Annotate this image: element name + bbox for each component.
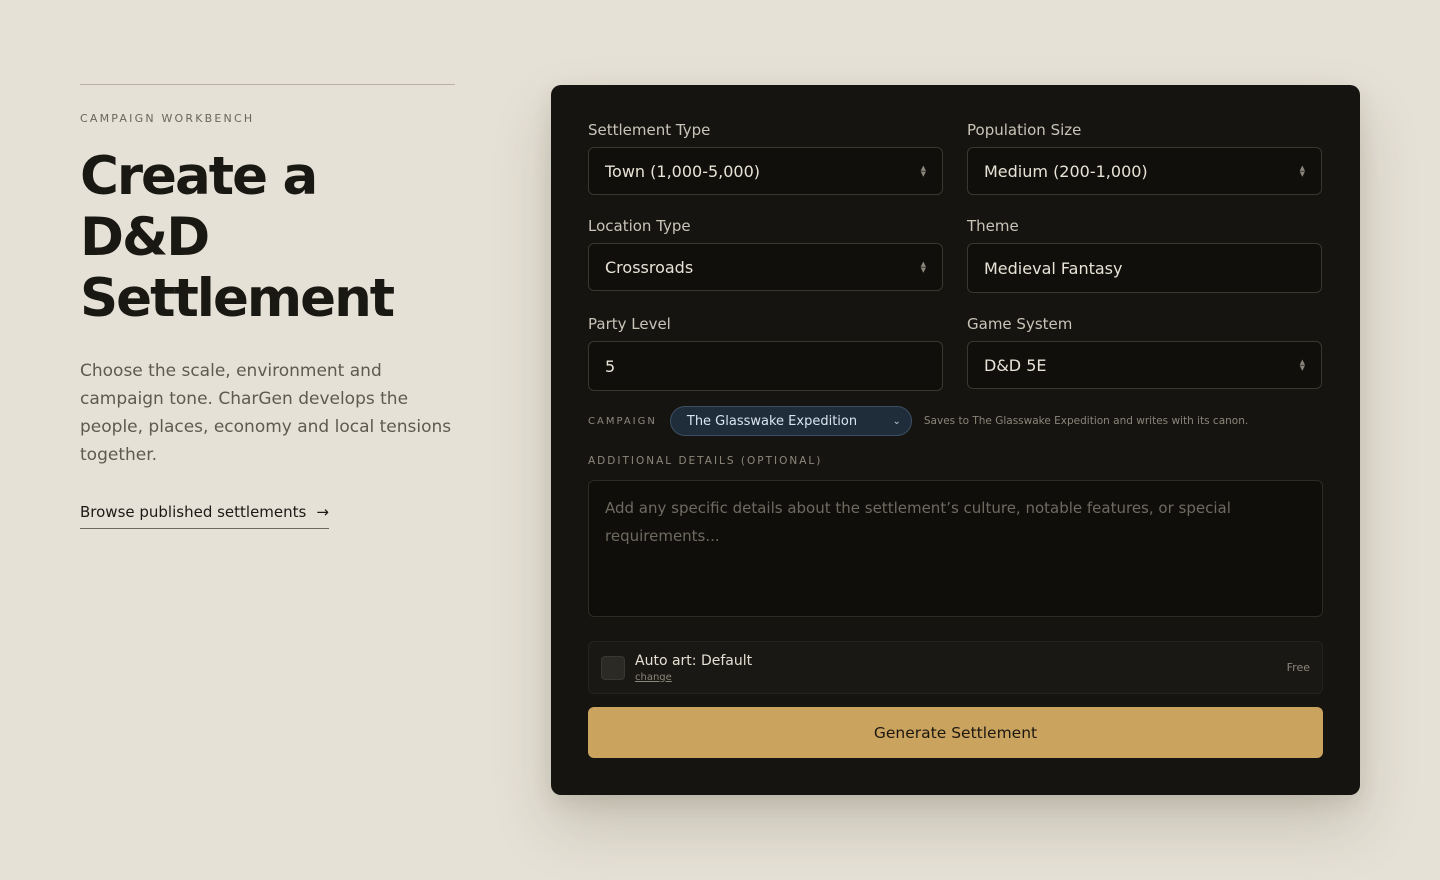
select-updown-icon: ▲ ▼: [1299, 164, 1305, 178]
additional-details-label: ADDITIONAL DETAILS (OPTIONAL): [588, 455, 823, 467]
party-level-label: Party Level: [588, 315, 671, 333]
campaign-row: CAMPAIGN The Glasswake Expedition ⌄ Save…: [588, 406, 1248, 436]
settlement-type-value: Town (1,000-5,000): [605, 161, 761, 181]
settlement-type-field: Settlement Type Town (1,000-5,000) ▲ ▼: [588, 121, 943, 195]
page-title: Create a D&D Settlement: [80, 146, 395, 329]
auto-art-row: Auto art: Default change Free: [588, 641, 1323, 694]
auto-art-change-link[interactable]: change: [635, 672, 672, 683]
auto-art-checkbox[interactable]: [601, 655, 625, 680]
chevron-down-icon: ⌄: [892, 415, 901, 427]
auto-art-title: Auto art: Default: [635, 652, 753, 669]
party-level-input[interactable]: 5: [588, 341, 943, 391]
theme-label: Theme: [967, 217, 1019, 235]
browse-settlements-link[interactable]: Browse published settlements →: [80, 503, 329, 529]
generate-settlement-button[interactable]: Generate Settlement: [588, 707, 1323, 758]
arrow-right-icon: →: [316, 503, 329, 521]
additional-details-textarea[interactable]: Add any specific details about the settl…: [588, 480, 1323, 617]
population-size-field: Population Size Medium (200-1,000) ▲ ▼: [967, 121, 1322, 195]
auto-art-text: Auto art: Default change: [635, 653, 752, 683]
theme-input[interactable]: Medieval Fantasy: [967, 243, 1322, 293]
population-size-value: Medium (200-1,000): [984, 161, 1148, 181]
party-level-value: 5: [605, 356, 616, 376]
campaign-value: The Glasswake Expedition: [686, 413, 858, 429]
page-description: Choose the scale, environment and campai…: [80, 361, 452, 465]
game-system-select[interactable]: D&D 5E ▲ ▼: [967, 341, 1322, 389]
campaign-note: Saves to The Glasswake Expedition and wr…: [923, 415, 1249, 427]
select-updown-icon: ▲ ▼: [920, 260, 926, 274]
location-type-select[interactable]: Crossroads ▲ ▼: [588, 243, 943, 291]
location-type-label: Location Type: [588, 217, 691, 235]
settlement-form-card: Settlement Type Town (1,000-5,000) ▲ ▼ Po…: [551, 85, 1360, 795]
population-size-label: Population Size: [967, 121, 1082, 139]
settlement-type-select[interactable]: Town (1,000-5,000) ▲ ▼: [588, 147, 943, 195]
intro-panel: CAMPAIGN WORKBENCH Create a D&D Settleme…: [80, 84, 456, 529]
eyebrow-label: CAMPAIGN WORKBENCH: [80, 112, 255, 125]
population-size-select[interactable]: Medium (200-1,000) ▲ ▼: [967, 147, 1322, 195]
theme-field: Theme Medieval Fantasy: [967, 217, 1322, 293]
divider: [80, 84, 455, 85]
game-system-label: Game System: [967, 315, 1073, 333]
campaign-select[interactable]: The Glasswake Expedition ⌄: [669, 406, 912, 436]
location-type-field: Location Type Crossroads ▲ ▼: [588, 217, 943, 291]
select-updown-icon: ▲ ▼: [920, 164, 926, 178]
theme-value: Medieval Fantasy: [984, 258, 1123, 278]
browse-link-label: Browse published settlements: [80, 503, 307, 521]
game-system-field: Game System D&D 5E ▲ ▼: [967, 315, 1322, 389]
location-type-value: Crossroads: [605, 257, 694, 277]
party-level-field: Party Level 5: [588, 315, 943, 391]
additional-details-placeholder: Add any specific details about the settl…: [605, 499, 1231, 545]
campaign-label: CAMPAIGN: [588, 415, 657, 427]
auto-art-price: Free: [1286, 661, 1310, 674]
game-system-value: D&D 5E: [984, 355, 1047, 375]
settlement-type-label: Settlement Type: [588, 121, 711, 139]
select-updown-icon: ▲ ▼: [1299, 358, 1305, 372]
